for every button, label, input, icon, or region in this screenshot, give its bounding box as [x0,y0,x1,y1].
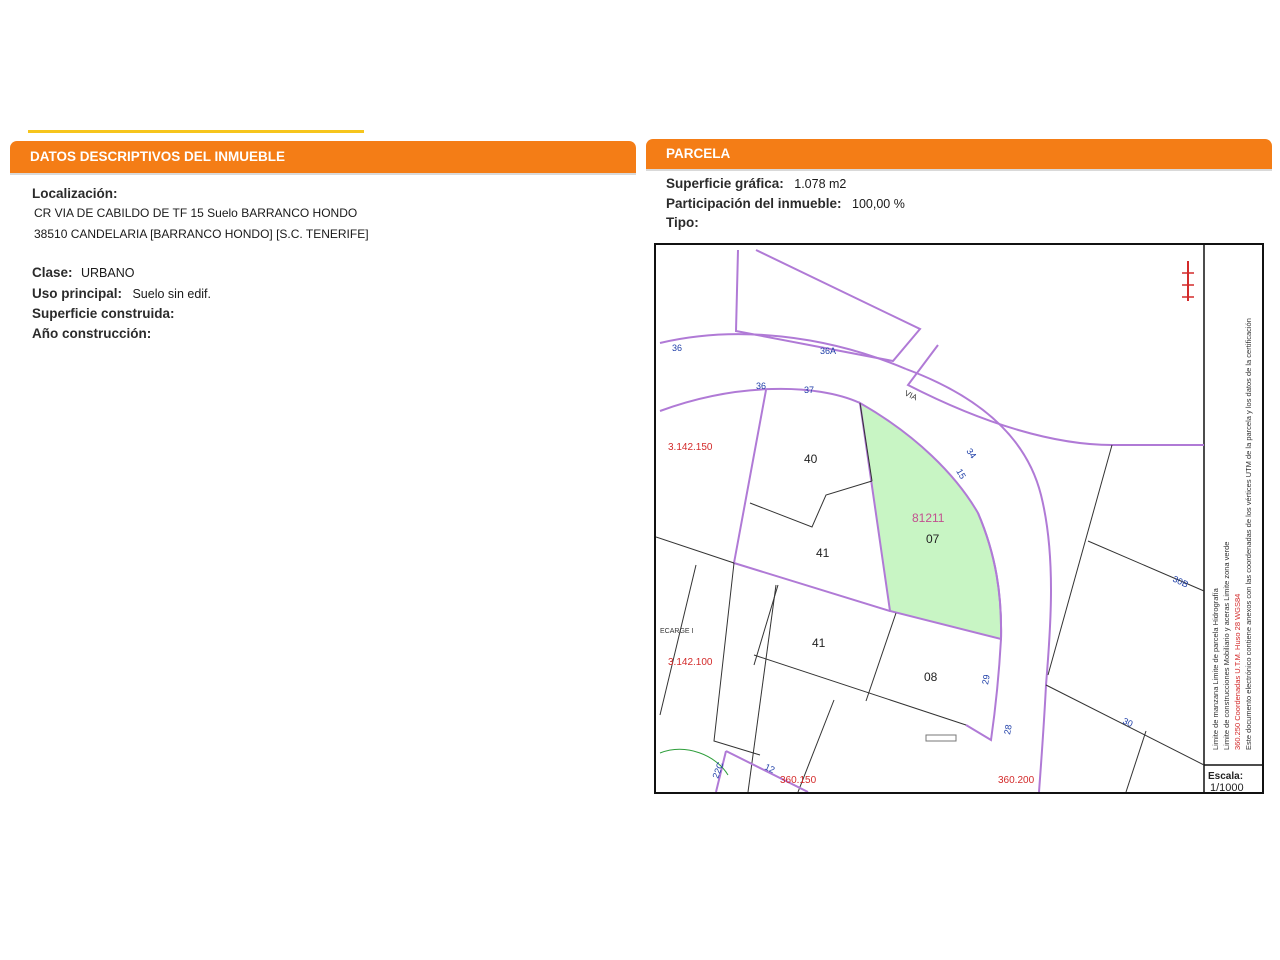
superficie-grafica-row: Superficie gráfica: 1.078 m2 [666,175,846,193]
address-line-2: 38510 CANDELARIA [BARRANCO HONDO] [S.C. … [34,227,369,241]
escala-value: 1/1000 [1210,782,1244,792]
coord-y-top: 3.142.150 [668,442,713,453]
coord-y-bottom: 3.142.100 [668,657,713,668]
left-section-banner: DATOS DESCRIPTIVOS DEL INMUEBLE [10,141,636,173]
east-lot-line-d [1125,730,1147,792]
street-number: 30 [1121,716,1134,729]
road-inner-top [659,387,861,412]
uso-value: Suelo sin edif. [132,287,211,301]
parcel-ref-label: 81211 [912,511,945,525]
uso-label: Uso principal: [32,286,123,301]
small-structure [925,734,957,742]
map-legend: Limite de manzana Limite de parcela Hidr… [1211,318,1253,750]
right-section-title: PARCELA [666,146,731,161]
street-number: 15 [954,467,968,481]
anio-construccion-label: Año construcción: [32,326,152,341]
street-number: 12 [763,762,776,775]
map-drawing: 3.142.150 3.142.100 360.150 360.200 8121… [656,245,1262,792]
superficie-grafica-value: 1.078 m2 [794,177,847,191]
parcel-number-label: 07 [926,532,940,546]
clase-row: Clase: URBANO [32,264,134,282]
lot-lower-west [713,562,761,756]
lot-line-d [747,584,777,792]
localizacion-label: Localización: [32,186,118,201]
participacion-value: 100,00 % [852,197,905,211]
top-accent-line [28,130,364,133]
street-number: 29 [980,674,992,686]
north-arrow-icon [1182,261,1194,301]
right-section-banner: PARCELA [646,139,1272,169]
legend-line-3: 360.250 Coordenadas U.T.M. Huso 28 WGS84 [1233,594,1242,750]
lot-line-e [656,536,735,564]
clase-value: URBANO [80,266,135,280]
superficie-construida-label: Superficie construida: [32,306,175,321]
lot-label: 41 [812,636,826,650]
block-upper-right [906,344,1204,446]
street-number: 30B [1171,574,1190,590]
place-label: ECARGE I [660,628,694,635]
left-section-title: DATOS DESCRIPTIVOS DEL INMUEBLE [30,149,286,164]
address-line-1: CR VIA DE CABILDO DE TF 15 Suelo BARRANC… [34,206,358,220]
coord-x-left: 360.150 [780,775,817,786]
escala-label: Escala: [1208,771,1243,782]
lot-40-41-division [749,480,873,528]
lot-label: 08 [924,670,938,684]
street-number: 36 [672,343,682,353]
legend-line-4: Este documento electrónico contiene anex… [1244,318,1253,750]
street-number: 28 [1002,724,1014,736]
lot-label: 41 [816,546,830,560]
road-inner-lower [965,638,1002,742]
east-lot-line-a [1047,444,1113,676]
legend-line-1: Limite de manzana Limite de parcela Hidr… [1211,587,1220,750]
street-number: 36A [820,346,836,356]
participacion-label: Participación del inmueble: [666,196,842,211]
participacion-row: Participación del inmueble: 100,00 % [666,195,905,213]
street-name-label: VIA [903,389,919,403]
coord-x-right: 360.200 [998,775,1035,786]
tipo-label: Tipo: [666,215,699,230]
street-number: 36 [756,381,766,391]
clase-label: Clase: [32,265,73,280]
cadastral-map: 3.142.150 3.142.100 360.150 360.200 8121… [654,243,1264,794]
lot-label: 40 [804,452,818,466]
legend-line-2: Limite de construcciones Mobiliario y ac… [1222,542,1231,750]
lot-line-b [753,654,967,726]
street-number: 37 [804,385,814,395]
street-number: 34 [964,446,978,460]
lot-line-f [659,564,697,716]
lot-08-west [865,612,897,702]
uso-row: Uso principal: Suelo sin edif. [32,285,211,303]
superficie-grafica-label: Superficie gráfica: [666,176,784,191]
